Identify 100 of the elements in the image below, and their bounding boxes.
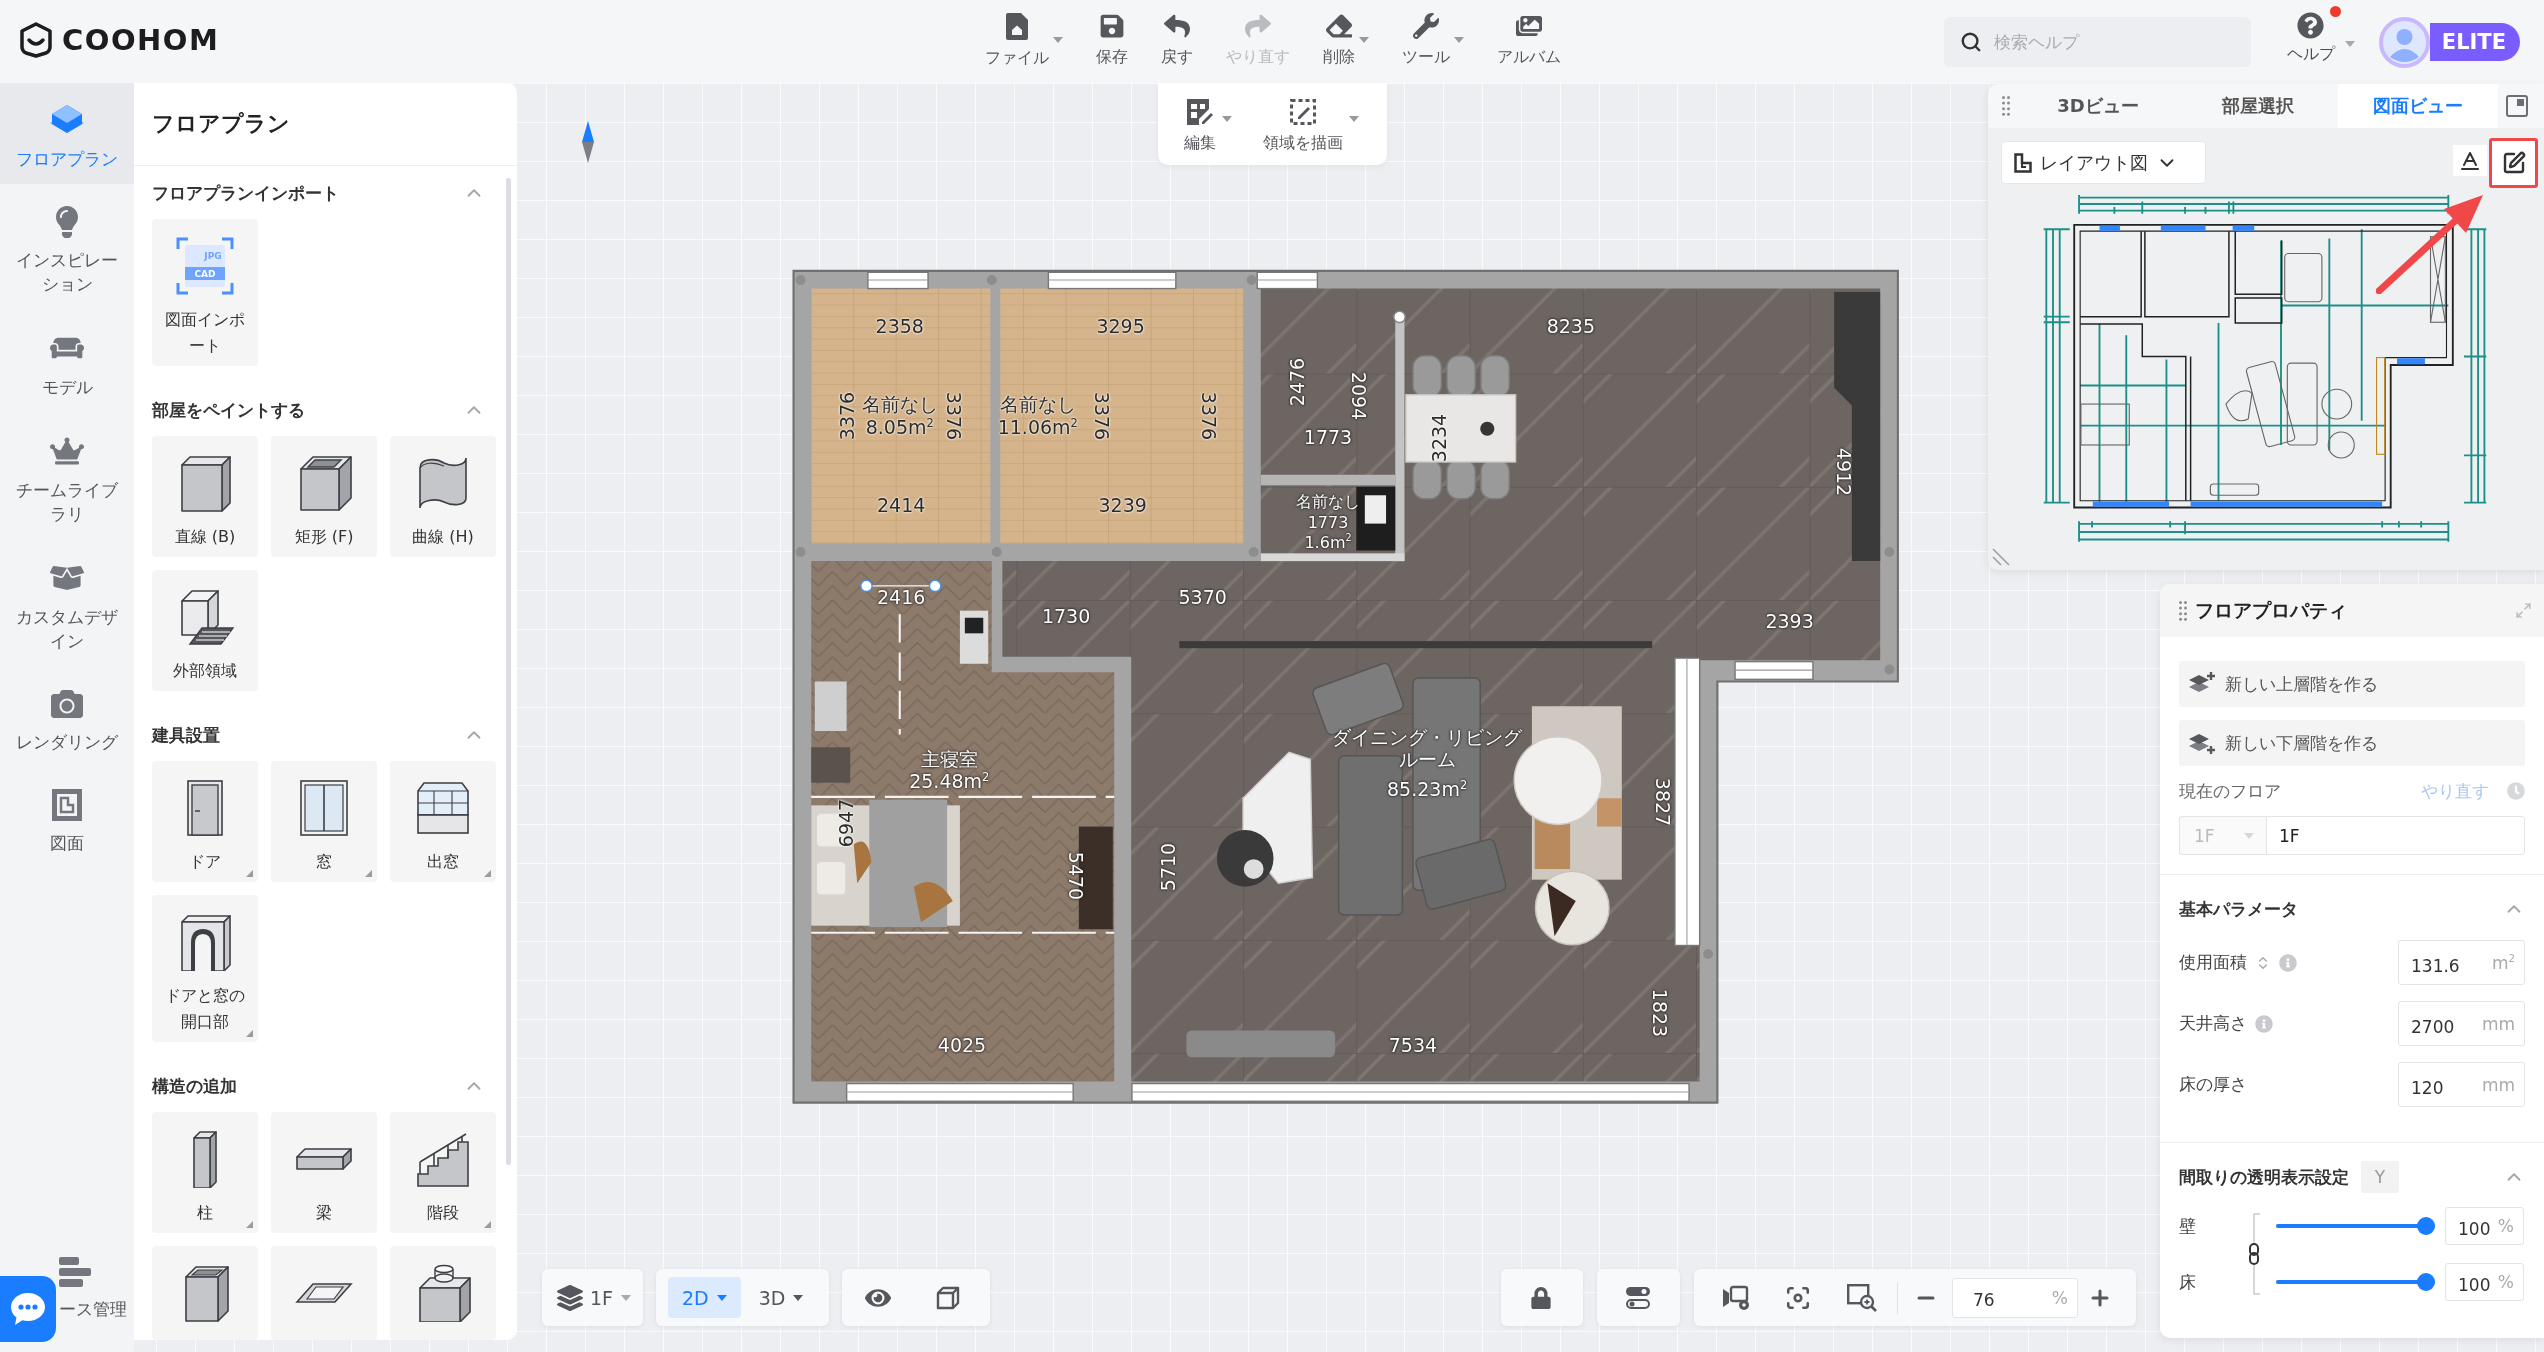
layout-dropdown[interactable]: レイアウト図	[2001, 141, 2206, 184]
toolbar-button[interactable]: 領域を描画	[1263, 99, 1359, 153]
view-tab[interactable]: 部屋選択	[2178, 84, 2338, 128]
caret-icon[interactable]	[2344, 41, 2355, 47]
corner-caret-icon[interactable]	[365, 870, 372, 877]
tool-tile[interactable]: 出窓	[390, 761, 496, 882]
caret-icon[interactable]	[1359, 37, 1369, 43]
toolbar-button[interactable]: 戻す	[1161, 13, 1193, 68]
toolbar-button[interactable]: 保存	[1096, 13, 1128, 68]
chat-button[interactable]	[0, 1276, 56, 1342]
view-tab[interactable]: 3Dビュー	[2018, 84, 2178, 128]
info-icon[interactable]	[2255, 1014, 2273, 1033]
edit-button[interactable]	[2489, 138, 2538, 188]
caret-icon[interactable]	[1053, 37, 1063, 43]
nav-item[interactable]: チームライブラリ	[0, 412, 134, 539]
toolbar-button[interactable]: アルバム	[1497, 13, 1561, 68]
info-icon[interactable]	[2279, 953, 2297, 972]
help-icon	[2297, 12, 2325, 39]
tool-tile[interactable]	[152, 1246, 258, 1340]
section-title: 建具設置	[152, 723, 220, 747]
text-style-button[interactable]	[2453, 145, 2487, 176]
dimension-label: 3376	[1196, 391, 1219, 440]
logo-icon[interactable]	[18, 22, 54, 58]
file-format-label: JPG	[204, 251, 222, 261]
scrollbar[interactable]	[506, 178, 511, 1165]
tool-tile[interactable]	[271, 1246, 377, 1340]
help-button[interactable]: ヘルプ	[2280, 6, 2341, 64]
caret-icon[interactable]	[1349, 116, 1359, 122]
plan-badge: ELITE	[2429, 23, 2520, 61]
tool-tile[interactable]: 矩形 (F)	[271, 436, 377, 557]
tool-tile[interactable]: 曲線 (H)	[390, 436, 496, 557]
room-area: 11.06m$^{2}$	[997, 416, 1078, 439]
toolbar-button[interactable]: 削除	[1323, 13, 1369, 68]
edit-icon	[1187, 99, 1213, 125]
tool-tile[interactable]: 柱	[152, 1112, 258, 1233]
cube-icon[interactable]	[936, 1285, 961, 1310]
caret-icon[interactable]	[1454, 37, 1464, 43]
caret-icon	[793, 1294, 804, 1301]
toggle-icon[interactable]	[1626, 1286, 1650, 1309]
slab-icon	[295, 1282, 353, 1304]
dimension-label: 1730	[1041, 606, 1091, 629]
slider-thumb[interactable]	[2417, 1217, 2435, 1235]
new-floor-button[interactable]: 新しい上層階を作る	[2179, 661, 2525, 707]
dimension-label: 2393	[1765, 610, 1814, 633]
edit-icon	[2501, 151, 2526, 175]
corner-caret-icon[interactable]	[484, 870, 491, 877]
dock-icon[interactable]	[2506, 95, 2528, 117]
zoom-area-icon[interactable]	[1847, 1283, 1877, 1312]
lock-icon[interactable]	[1530, 1286, 1552, 1309]
tool-tile[interactable]: JPG CAD 図面インポート	[152, 219, 258, 366]
field-label: 現在のフロア	[2179, 779, 2281, 803]
focus-icon[interactable]	[1785, 1284, 1811, 1311]
corner-caret-icon[interactable]	[246, 870, 253, 877]
dimension-label: 2414	[876, 495, 926, 518]
corner-caret-icon[interactable]	[484, 1221, 491, 1228]
toolbar-button[interactable]: ツール	[1402, 13, 1464, 68]
nav-item[interactable]: インスピレーション	[0, 184, 134, 309]
tool-tile[interactable]: 梁	[271, 1112, 377, 1233]
resize-handle-icon[interactable]	[1992, 548, 2010, 566]
logo-text[interactable]: COOHOM	[62, 22, 220, 58]
room-area: 8.05m$^{2}$	[865, 416, 934, 439]
slider-thumb[interactable]	[2417, 1273, 2435, 1291]
images-icon	[1516, 13, 1542, 39]
unit-label: %	[2497, 1216, 2514, 1236]
dimension-label: 3295	[1096, 316, 1145, 339]
dimension-label: 3234	[1428, 414, 1451, 463]
tool-tile[interactable]: ドア	[152, 761, 258, 882]
expand-icon[interactable]	[2515, 602, 2532, 619]
drag-handle-icon[interactable]	[2002, 96, 2010, 116]
tool-tile[interactable]	[390, 1246, 496, 1340]
tool-tile[interactable]: 直線 (B)	[152, 436, 258, 557]
corner-caret-icon[interactable]	[246, 1221, 253, 1228]
dimension-label: 8235	[1546, 316, 1595, 339]
toolbar-button[interactable]: 編集	[1184, 99, 1232, 153]
toolbar-button[interactable]: ファイル	[985, 13, 1063, 68]
caret-icon[interactable]	[1222, 116, 1232, 122]
nav-item[interactable]: モデル	[0, 309, 134, 412]
corner-caret-icon[interactable]	[246, 1030, 253, 1037]
nav-item[interactable]: カスタムデザイン	[0, 539, 134, 666]
floor-name-field[interactable]: 1F	[2266, 816, 2525, 855]
tool-tile[interactable]: ドアと窓の開口部	[152, 895, 258, 1042]
drag-handle-icon[interactable]	[2179, 600, 2187, 621]
tool-tile[interactable]: 外部領域	[152, 570, 258, 691]
nav-item[interactable]: ース管理	[56, 1257, 130, 1352]
view-mode-tab[interactable]: 3D	[744, 1277, 818, 1318]
search-field[interactable]: 検索ヘルプ	[1943, 17, 2251, 67]
room-name: 名前なし	[861, 394, 938, 417]
nav-item[interactable]: レンダリング	[0, 666, 134, 767]
view-tab[interactable]: 図面ビュー	[2338, 84, 2498, 128]
unit-label: m$^{2}$	[2491, 952, 2515, 973]
avatar-icon[interactable]	[2378, 17, 2430, 68]
caret-icon	[621, 1294, 632, 1301]
new-floor-button[interactable]: 新しい下層階を作る	[2179, 720, 2525, 766]
clock-icon[interactable]	[2507, 782, 2525, 800]
tool-tile[interactable]: 階段	[390, 1112, 496, 1233]
floor-dropdown[interactable]: 1F	[590, 1277, 632, 1318]
view-settings-icon[interactable]	[1723, 1284, 1751, 1311]
tool-tile[interactable]: 窓	[271, 761, 377, 882]
nav-item[interactable]: 図面	[0, 767, 134, 868]
wrench-icon	[1413, 13, 1439, 39]
